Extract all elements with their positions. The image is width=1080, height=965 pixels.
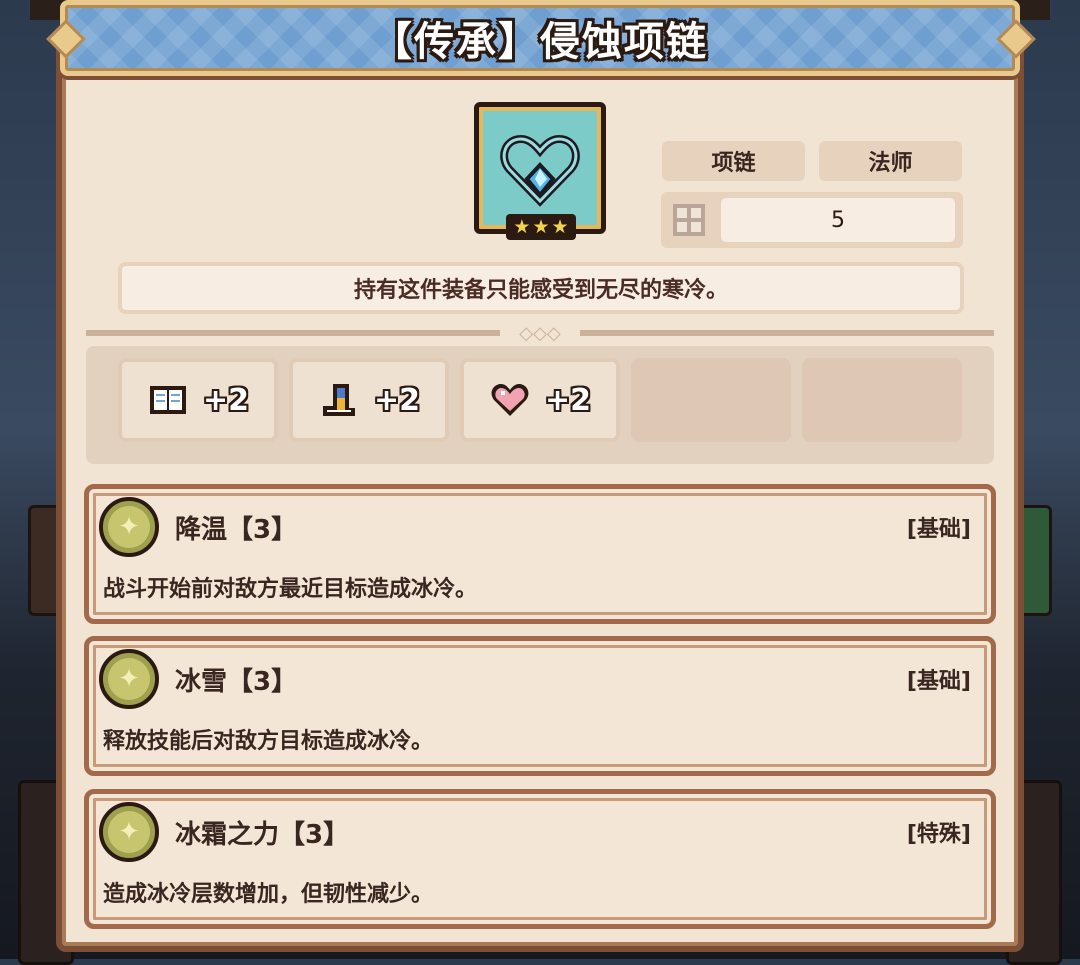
skill-type: [基础] (906, 669, 971, 694)
slot-size-value: 5 (721, 198, 955, 242)
skill-name: 冰雪【3】 (175, 667, 298, 697)
skill-card-3[interactable]: ✦ 冰霜之力【3】 [特殊] 造成冰冷层数增加，但韧性减少。 (84, 789, 996, 929)
tag-type: 项链 (662, 141, 805, 181)
stat-value: +2 (544, 382, 591, 418)
skill-badge-icon: ✦ (99, 802, 159, 862)
slot-size-row: 5 (661, 192, 963, 248)
skill-name: 降温【3】 (175, 515, 298, 545)
skill-type: [特殊] (906, 822, 971, 847)
stat-value: +2 (202, 382, 249, 418)
stat-slot-empty (631, 358, 791, 442)
grid-slot-icon (673, 204, 705, 236)
stat-slot-book[interactable]: +2 (118, 358, 278, 442)
boot-icon (318, 379, 360, 421)
tag-class: 法师 (819, 141, 962, 181)
skill-card-2[interactable]: ✦ 冰雪【3】 [基础] 释放技能后对敌方目标造成冰冷。 (84, 636, 996, 776)
stat-slot-empty (802, 358, 962, 442)
item-description: 持有这件装备只能感受到无尽的寒冷。 (118, 262, 964, 314)
star-icon: ★ (532, 215, 550, 238)
skill-description: 释放技能后对敌方目标造成冰冷。 (103, 729, 434, 754)
book-icon (147, 379, 189, 421)
skill-badge-icon: ✦ (99, 497, 159, 557)
skill-description: 造成冰冷层数增加，但韧性减少。 (103, 882, 434, 907)
divider-ornament-icon: ◇◇◇ (500, 320, 580, 346)
star-icon: ★ (513, 215, 531, 238)
skill-description: 战斗开始前对敌方最近目标造成冰冷。 (103, 577, 478, 602)
skill-badge-icon: ✦ (99, 649, 159, 709)
heart-necklace-icon (500, 134, 580, 207)
skill-card-1[interactable]: ✦ 降温【3】 [基础] 战斗开始前对敌方最近目标造成冰冷。 (84, 484, 996, 624)
skill-type: [基础] (906, 517, 971, 542)
stat-slot-boot[interactable]: +2 (289, 358, 449, 442)
item-star-rating: ★ ★ ★ (506, 214, 576, 240)
stat-slot-heart[interactable]: +2 (460, 358, 620, 442)
stat-value: +2 (373, 382, 420, 418)
skill-name: 冰霜之力【3】 (175, 820, 350, 850)
item-title: 【传承】侵蚀项链 (372, 19, 708, 65)
star-icon: ★ (551, 215, 569, 238)
title-bar: 【传承】侵蚀项链 (60, 0, 1020, 76)
heart-icon (489, 379, 531, 421)
